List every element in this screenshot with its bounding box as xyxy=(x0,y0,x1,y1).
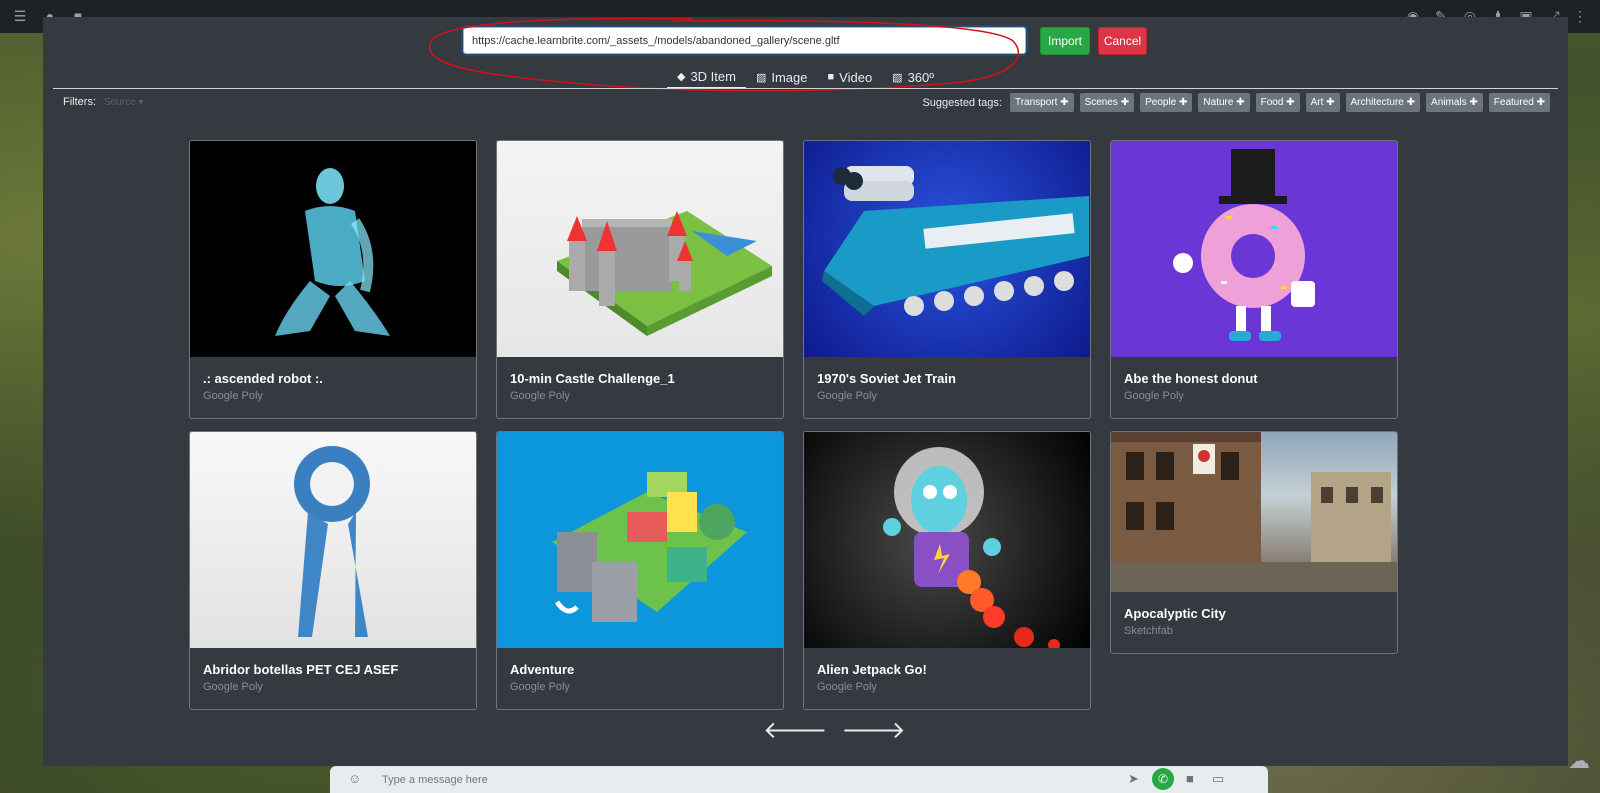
tab-image[interactable]: ▨ Image xyxy=(746,65,818,89)
import-button[interactable]: Import xyxy=(1040,27,1090,55)
item-source: Google Poly xyxy=(1124,390,1184,402)
tag-scenes[interactable]: Scenes ✚ xyxy=(1079,93,1135,112)
tab-label: Video xyxy=(839,69,873,85)
tab-video[interactable]: ■ Video xyxy=(818,65,883,89)
item-grid: .: ascended robot :. Google Poly 10-min … xyxy=(189,140,1398,710)
item-thumbnail xyxy=(1111,141,1397,357)
chat-input[interactable] xyxy=(382,766,1082,793)
media-type-tabs: ◆ 3D Item ▨ Image ■ Video ▨ 360º xyxy=(43,65,1568,89)
menu-icon[interactable]: ☰ xyxy=(12,8,28,24)
next-page-arrow-icon[interactable]: 🡒 xyxy=(841,719,905,743)
tag-nature[interactable]: Nature ✚ xyxy=(1198,93,1250,112)
video-icon: ■ xyxy=(827,71,835,83)
tag-people[interactable]: People ✚ xyxy=(1140,93,1193,112)
item-thumbnail xyxy=(190,141,476,357)
url-input[interactable] xyxy=(461,25,1028,56)
item-title: .: ascended robot :. xyxy=(203,371,323,386)
item-card[interactable]: Abe the honest donut Google Poly xyxy=(1110,140,1398,419)
item-thumbnail xyxy=(190,432,476,648)
item-thumbnail xyxy=(497,432,783,648)
item-thumbnail xyxy=(804,141,1090,357)
item-thumbnail xyxy=(1111,432,1397,592)
tab-3d-item[interactable]: ◆ 3D Item xyxy=(666,65,746,89)
help-chat-icon[interactable]: ☁ xyxy=(1568,748,1590,774)
more-icon[interactable]: ⋮ xyxy=(1572,8,1588,24)
tag-transport[interactable]: Transport ✚ xyxy=(1009,93,1074,112)
item-source: Google Poly xyxy=(510,390,570,402)
item-title: 1970's Soviet Jet Train xyxy=(817,371,956,386)
suggested-tags: Suggested tags: Transport ✚ Scenes ✚ Peo… xyxy=(922,93,1550,112)
item-title: Adventure xyxy=(510,662,575,677)
tag-food[interactable]: Food ✚ xyxy=(1255,93,1300,112)
tag-architecture[interactable]: Architecture ✚ xyxy=(1345,93,1421,112)
phone-icon[interactable]: ✆ xyxy=(1152,768,1174,790)
item-card[interactable]: .: ascended robot :. Google Poly xyxy=(189,140,477,419)
filters-label: Filters: xyxy=(63,96,96,108)
tag-featured[interactable]: Featured ✚ xyxy=(1488,93,1550,112)
item-title: Abe the honest donut xyxy=(1124,371,1258,386)
tag-art[interactable]: Art ✚ xyxy=(1305,93,1340,112)
item-title: Alien Jetpack Go! xyxy=(817,662,927,677)
item-card[interactable]: 10-min Castle Challenge_1 Google Poly xyxy=(496,140,784,419)
suggested-tags-label: Suggested tags: xyxy=(922,96,1002,109)
item-card[interactable]: Apocalyptic City Sketchfab xyxy=(1110,431,1398,654)
item-thumbnail xyxy=(804,432,1090,648)
item-source: Google Poly xyxy=(510,681,570,693)
item-source: Google Poly xyxy=(203,681,263,693)
video-call-icon[interactable]: ■ xyxy=(1186,771,1194,786)
cube-icon: ◆ xyxy=(676,70,686,83)
emoji-icon[interactable]: ☺ xyxy=(348,771,361,786)
tabs-divider xyxy=(53,88,1558,89)
previous-page-arrow-icon[interactable]: 🡐 xyxy=(763,719,827,743)
item-source: Google Poly xyxy=(817,681,877,693)
filters: Filters: Source ▾ xyxy=(63,96,144,108)
item-title: 10-min Castle Challenge_1 xyxy=(510,371,675,386)
chat-bar: ☺ ➤ ✆ ■ ▭ xyxy=(330,766,1268,793)
tab-label: 360º xyxy=(907,69,935,85)
item-title: Apocalyptic City xyxy=(1124,606,1226,621)
tab-label: 3D Item xyxy=(690,68,736,84)
cancel-button[interactable]: Cancel xyxy=(1098,27,1147,55)
item-source: Google Poly xyxy=(817,390,877,402)
import-modal: Import Cancel ◆ 3D Item ▨ Image ■ Video … xyxy=(43,17,1568,766)
pagination: 🡐 🡒 xyxy=(763,719,906,743)
panorama-icon: ▨ xyxy=(892,71,903,84)
item-card[interactable]: 1970's Soviet Jet Train Google Poly xyxy=(803,140,1091,419)
image-icon: ▨ xyxy=(755,71,767,84)
item-card[interactable]: Adventure Google Poly xyxy=(496,431,784,710)
tab-label: Image xyxy=(771,69,808,85)
send-icon[interactable]: ➤ xyxy=(1128,771,1139,787)
item-title: Abridor botellas PET CEJ ASEF xyxy=(203,662,399,677)
tag-animals[interactable]: Animals ✚ xyxy=(1426,93,1483,112)
item-source: Google Poly xyxy=(203,390,263,402)
tab-360[interactable]: ▨ 360º xyxy=(882,65,944,89)
item-card[interactable]: Abridor botellas PET CEJ ASEF Google Pol… xyxy=(189,431,477,710)
item-card[interactable]: Alien Jetpack Go! Google Poly xyxy=(803,431,1091,710)
item-source: Sketchfab xyxy=(1124,625,1173,637)
source-select[interactable]: Source ▾ xyxy=(100,97,144,108)
item-thumbnail xyxy=(497,141,783,357)
screen-share-icon[interactable]: ▭ xyxy=(1212,771,1224,787)
